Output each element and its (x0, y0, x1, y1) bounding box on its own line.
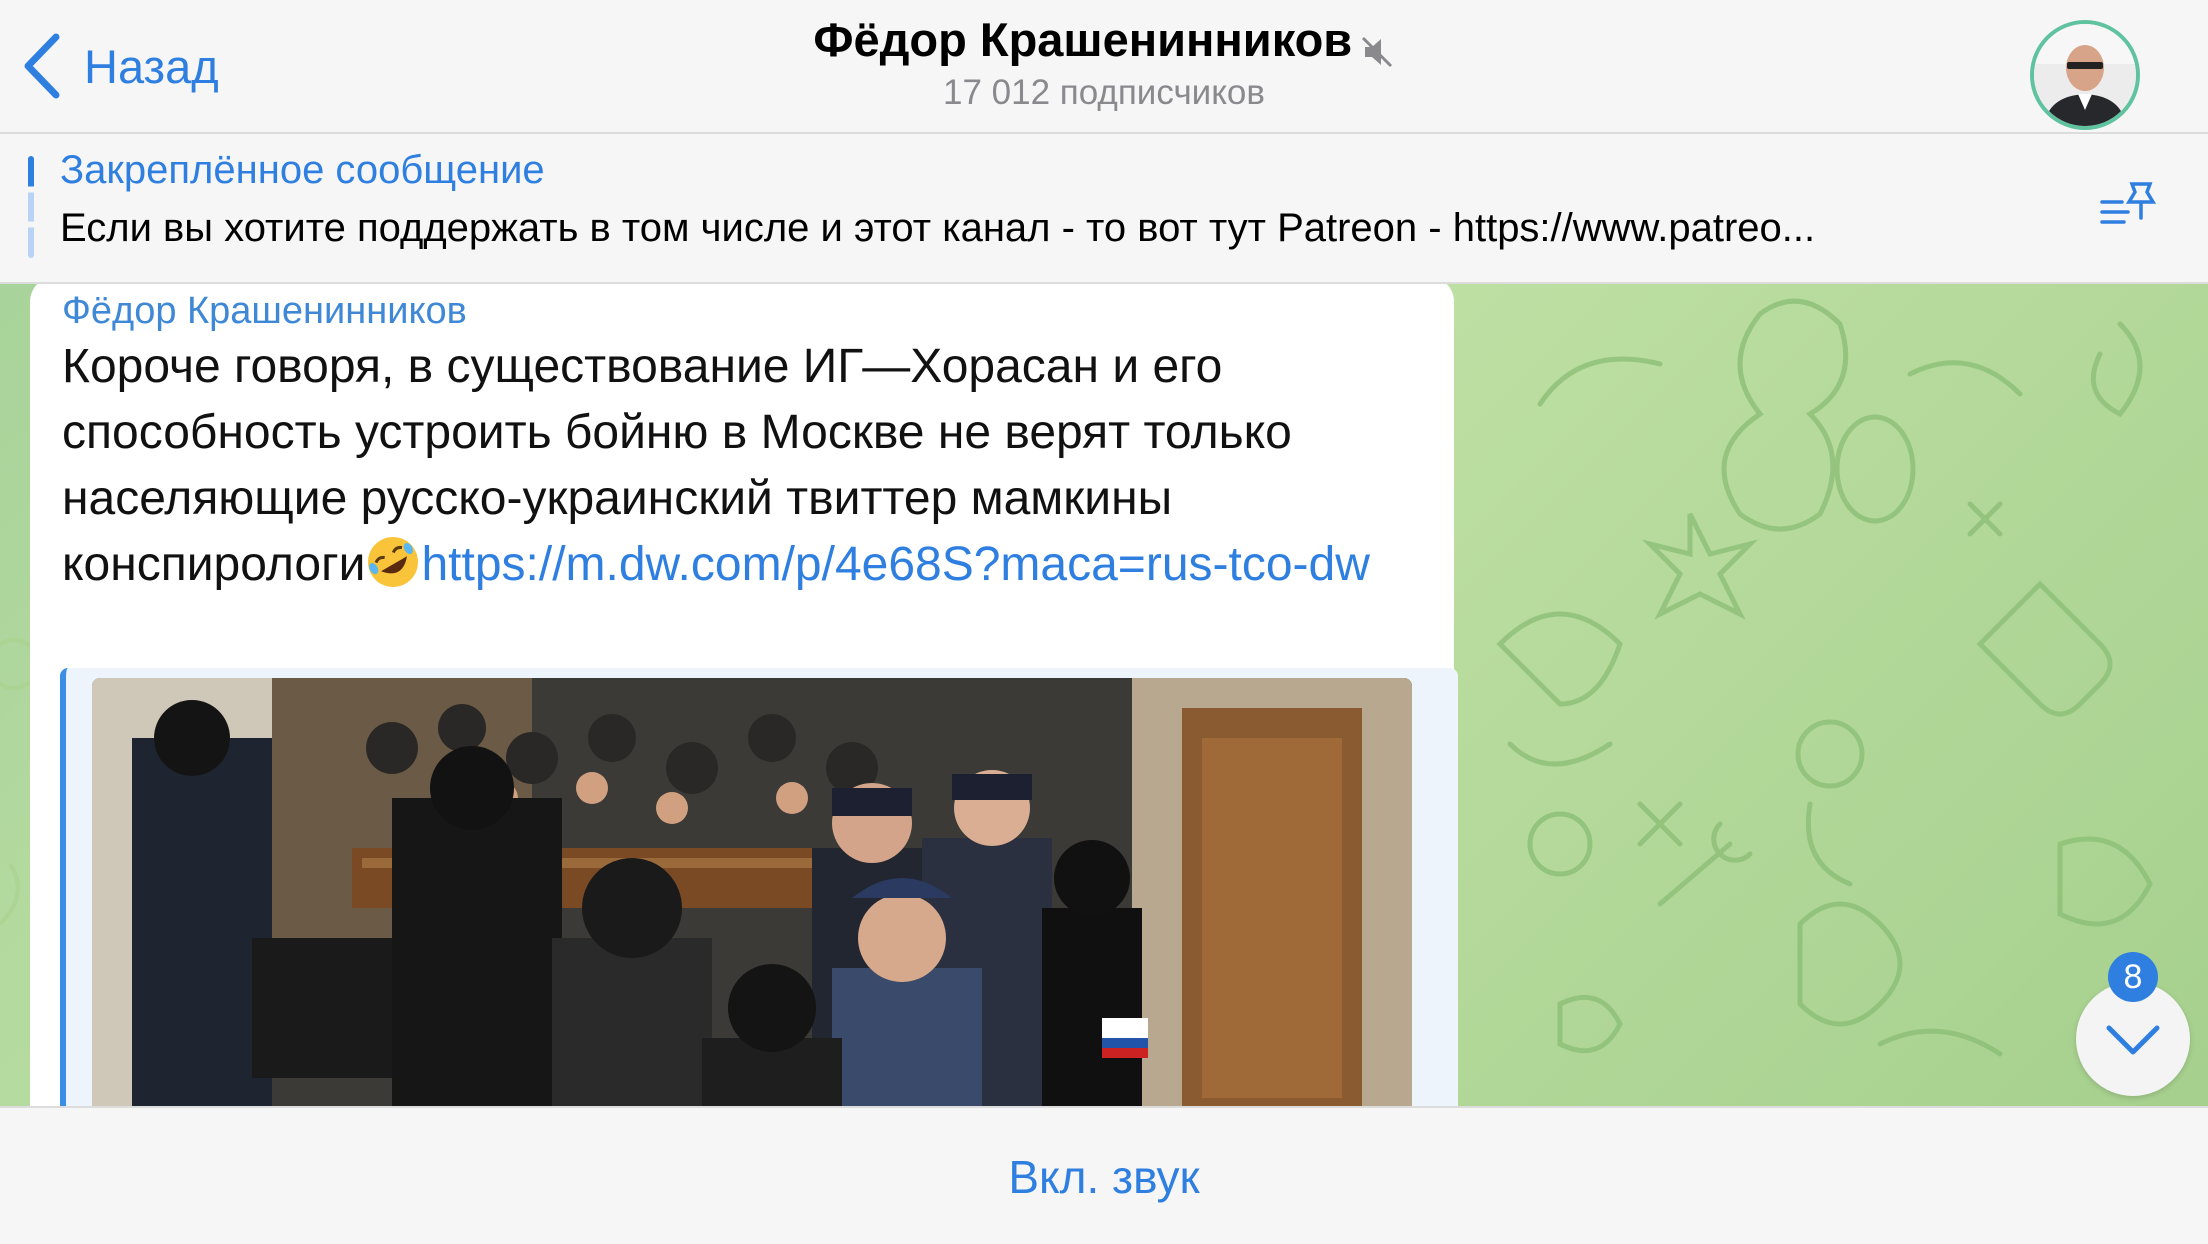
channel-avatar[interactable] (2030, 20, 2140, 130)
message-body: Короче говоря, в существование ИГ—Хораса… (62, 334, 1442, 598)
pinned-text: Если вы хотите поддержать в том числе и … (60, 206, 1816, 250)
channel-title: Фёдор Крашенинников (813, 13, 1353, 66)
bottom-bar: Вкл. звук (0, 1106, 2208, 1244)
pinned-message-bar[interactable]: Закреплённое сообщение Если вы хотите по… (0, 134, 2208, 284)
unread-count-badge: 8 (2108, 952, 2158, 1002)
message-bubble[interactable]: Фёдор Крашенинников Короче говоря, в сущ… (30, 284, 1458, 1106)
subscriber-count: 17 012 подписчиков (942, 72, 1265, 112)
pinned-label: Закреплённое сообщение (60, 148, 545, 192)
muted-speaker-icon (1361, 36, 1392, 67)
navigation-header: Назад Фёдор Крашенинников 17 012 подписч… (0, 0, 2208, 134)
message-link[interactable]: https://m.dw.com/p/4e68S?maca=rus-tco-dw (421, 538, 1369, 591)
link-preview[interactable] (60, 668, 1458, 1106)
rolling-on-floor-laughing-icon (368, 537, 419, 587)
pin-list-icon[interactable] (2098, 178, 2162, 242)
unmute-button[interactable]: Вкл. звук (0, 1150, 2208, 1204)
message-author: Фёдор Крашенинников (62, 290, 467, 332)
preview-image[interactable] (92, 678, 1412, 1106)
chat-area[interactable]: Фёдор Крашенинников Короче говоря, в сущ… (0, 284, 2208, 1106)
chevron-down-icon (2106, 1025, 2160, 1055)
pinned-indicator (28, 156, 34, 258)
channel-title-block[interactable]: Фёдор Крашенинников 17 012 подписчиков (0, 12, 2208, 113)
